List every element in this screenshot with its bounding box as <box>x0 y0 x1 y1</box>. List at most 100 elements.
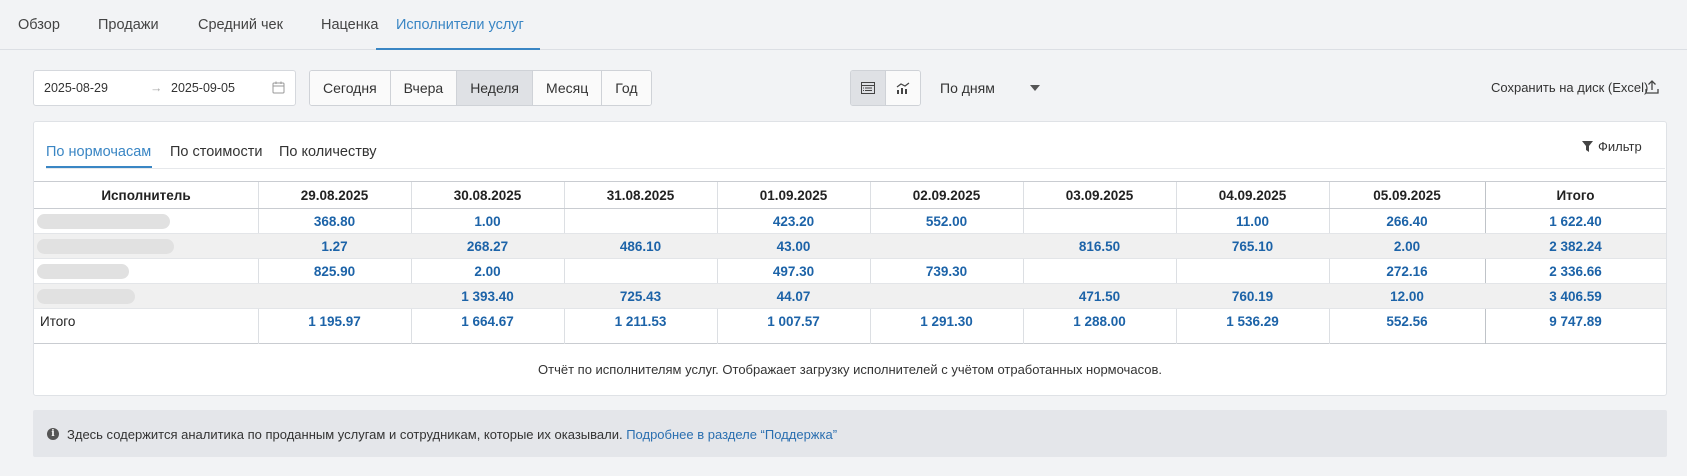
subtabs-divider <box>46 168 1665 169</box>
table-cell <box>870 284 1023 308</box>
table-cell: 760.19 <box>1231 288 1274 304</box>
table-cell: 2.00 <box>1393 238 1421 254</box>
table-cell: 765.10 <box>1231 238 1274 254</box>
table-header-row: Исполнитель 29.08.2025 30.08.2025 31.08.… <box>34 182 1666 209</box>
performer-name-redacted <box>37 239 174 254</box>
subtab-quantity[interactable]: По количеству <box>279 144 376 160</box>
table-cell: 43.00 <box>776 238 811 254</box>
table-row[interactable]: 1.27 268.27 486.10 43.00 816.50 765.10 2… <box>34 234 1666 259</box>
performers-table: Исполнитель 29.08.2025 30.08.2025 31.08.… <box>34 181 1666 344</box>
table-cell <box>870 234 1023 258</box>
column-header[interactable]: 30.08.2025 <box>411 182 564 208</box>
column-header[interactable]: 03.09.2025 <box>1023 182 1176 208</box>
table-cell: 1 393.40 <box>461 288 514 304</box>
total-cell: 1 288.00 <box>1073 314 1126 329</box>
total-cell: 1 211.53 <box>614 314 667 329</box>
column-header[interactable]: 31.08.2025 <box>564 182 717 208</box>
table-cell: 825.90 <box>313 263 356 279</box>
performer-name-redacted <box>37 214 170 229</box>
date-from[interactable]: 2025-08-29 <box>44 81 108 95</box>
table-cell <box>1023 209 1176 233</box>
table-view-button[interactable] <box>851 71 886 105</box>
tab-overview[interactable]: Обзор <box>18 0 60 50</box>
table-icon <box>860 82 875 94</box>
total-cell: 1 007.57 <box>767 314 820 329</box>
table-cell: 12.00 <box>1390 288 1424 304</box>
info-text: Здесь содержится аналитика по проданным … <box>67 427 837 442</box>
table-cell: 497.30 <box>772 263 815 279</box>
calendar-icon[interactable] <box>272 81 285 94</box>
subtab-cost[interactable]: По стоимости <box>170 144 262 160</box>
table-cell: 268.27 <box>466 238 509 254</box>
total-cell: 1 664.67 <box>461 314 514 329</box>
date-range-picker[interactable]: 2025-08-29 → 2025-09-05 <box>33 70 296 106</box>
table-cell: 368.80 <box>313 213 356 229</box>
column-header[interactable]: 05.09.2025 <box>1329 182 1485 208</box>
chart-view-button[interactable] <box>885 71 920 105</box>
grand-total: 9 747.89 <box>1549 314 1602 329</box>
table-cell: 11.00 <box>1235 213 1270 229</box>
table-cell: 423.20 <box>772 213 815 229</box>
table-cell: 739.30 <box>925 263 968 279</box>
row-total: 2 336.66 <box>1549 263 1602 279</box>
table-cell <box>564 259 717 283</box>
subtab-active-indicator <box>46 166 152 168</box>
save-excel-button[interactable]: Сохранить на диск (Excel) <box>1491 80 1648 95</box>
date-to[interactable]: 2025-09-05 <box>171 81 235 95</box>
table-cell: 725.43 <box>619 288 662 304</box>
row-total: 2 382.24 <box>1549 238 1602 254</box>
filter-label: Фильтр <box>1598 139 1642 154</box>
column-header[interactable]: 01.09.2025 <box>717 182 870 208</box>
tab-average-check[interactable]: Средний чек <box>198 0 283 50</box>
period-week-button[interactable]: Неделя <box>457 71 534 105</box>
performer-name-redacted <box>37 264 129 279</box>
table-cell: 816.50 <box>1078 238 1121 254</box>
subtab-normhours[interactable]: По нормочасам <box>46 144 151 160</box>
column-header[interactable]: Итого <box>1485 182 1666 208</box>
period-today-button[interactable]: Сегодня <box>310 71 391 105</box>
row-total: 3 406.59 <box>1549 288 1602 304</box>
tab-markup[interactable]: Наценка <box>321 0 378 50</box>
table-cell: 552.00 <box>925 213 968 229</box>
table-cell: 266.40 <box>1386 213 1428 229</box>
total-cell: 552.56 <box>1386 314 1428 329</box>
table-cell: 1.27 <box>321 238 348 254</box>
performer-name-redacted <box>37 289 135 304</box>
arrow-right-icon: → <box>150 81 163 95</box>
column-header[interactable]: 29.08.2025 <box>258 182 411 208</box>
upload-icon[interactable] <box>1645 80 1659 94</box>
table-cell <box>1176 259 1329 283</box>
table-row[interactable]: 825.90 2.00 497.30 739.30 272.16 2 336.6… <box>34 259 1666 284</box>
period-selector: Сегодня Вчера Неделя Месяц Год <box>309 70 652 106</box>
info-message: Здесь содержится аналитика по проданным … <box>67 427 623 442</box>
filter-icon <box>1582 141 1593 152</box>
chart-icon <box>896 82 910 94</box>
period-month-button[interactable]: Месяц <box>533 71 603 105</box>
table-row[interactable]: 1 393.40 725.43 44.07 471.50 760.19 12.0… <box>34 284 1666 309</box>
total-cell: 1 291.30 <box>920 314 973 329</box>
column-header[interactable]: 04.09.2025 <box>1176 182 1329 208</box>
table-row[interactable]: 368.80 1.00 423.20 552.00 11.00 266.40 1… <box>34 209 1666 234</box>
tab-sales[interactable]: Продажи <box>98 0 159 50</box>
table-cell: 1.00 <box>474 213 501 229</box>
table-cell <box>258 284 411 308</box>
tab-service-performers[interactable]: Исполнители услуг <box>376 0 540 50</box>
total-cell: 1 195.97 <box>308 314 361 329</box>
table-cell: 272.16 <box>1386 263 1428 279</box>
table-cell: 44.07 <box>776 288 811 304</box>
grouping-select[interactable]: По дням <box>940 80 995 96</box>
period-year-button[interactable]: Год <box>602 71 651 105</box>
info-icon: i <box>47 428 59 440</box>
top-tabs: Обзор Продажи Средний чек Наценка Исполн… <box>0 0 1687 50</box>
column-header[interactable]: 02.09.2025 <box>870 182 1023 208</box>
period-yesterday-button[interactable]: Вчера <box>390 71 458 105</box>
support-link[interactable]: Подробнее в разделе “Поддержка” <box>626 427 837 442</box>
total-cell: 1 536.29 <box>1226 314 1279 329</box>
column-header[interactable]: Исполнитель <box>34 182 258 208</box>
chevron-down-icon[interactable] <box>1030 85 1040 91</box>
totals-row: Итого 1 195.97 1 664.67 1 211.53 1 007.5… <box>34 309 1666 334</box>
totals-label: Итого <box>40 314 76 329</box>
table-cell <box>1023 259 1176 283</box>
table-cell: 2.00 <box>474 263 501 279</box>
filter-button[interactable]: Фильтр <box>1582 139 1642 154</box>
